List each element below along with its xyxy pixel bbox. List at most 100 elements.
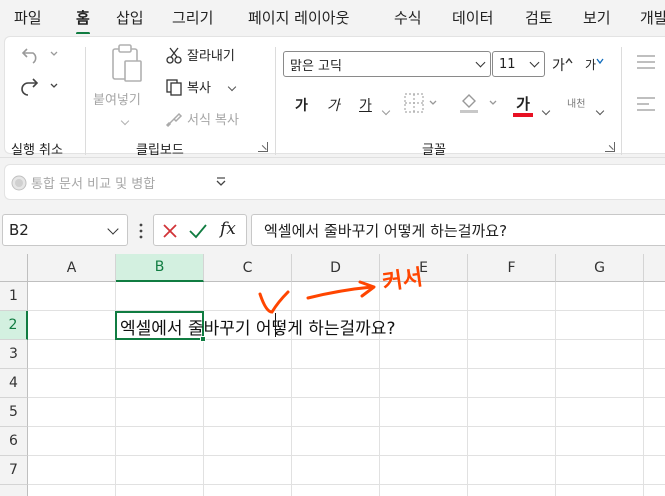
more-options-icon[interactable] — [138, 223, 144, 243]
annotation-label: 커서 — [380, 265, 425, 296]
grid-line — [28, 455, 665, 456]
font-name-select[interactable]: 맑은 고딕 — [283, 51, 491, 77]
copy-icon — [166, 78, 182, 96]
font-launcher-icon[interactable] — [605, 142, 615, 152]
row-header-1[interactable]: 1 — [0, 282, 28, 311]
compare-bar: 통합 문서 비교 및 병합 — [0, 158, 665, 206]
borders-button[interactable] — [403, 91, 443, 115]
group-divider — [621, 47, 622, 155]
tab-draw[interactable]: 그리기 — [172, 7, 213, 28]
font-color-dropdown-chevron-icon[interactable] — [541, 99, 551, 118]
compare-merge-button[interactable]: 통합 문서 비교 및 병합 — [11, 173, 155, 192]
formula-row: B2 fx 엑셀에서 줄바꾸기 어떻게 하는걸까요? — [0, 206, 665, 254]
tab-data[interactable]: 데이터 — [452, 7, 493, 28]
font-name-chevron-icon — [475, 57, 486, 68]
tab-file[interactable]: 파일 — [14, 7, 42, 28]
tab-formulas[interactable]: 수식 — [394, 7, 422, 28]
tab-page-layout[interactable]: 페이지 레이아웃 — [248, 7, 349, 28]
column-header-b[interactable]: B — [116, 254, 204, 282]
grid-line — [467, 282, 468, 496]
font-name-value: 맑은 고딕 — [290, 58, 342, 74]
insert-function-button[interactable]: fx — [220, 219, 236, 239]
undo-icon — [21, 48, 58, 64]
paste-button[interactable] — [101, 43, 153, 85]
close-icon — [163, 224, 177, 238]
redo-button[interactable] — [19, 75, 65, 97]
column-header-g[interactable]: G — [556, 254, 644, 282]
column-header-f[interactable]: F — [468, 254, 556, 282]
scissors-icon — [166, 47, 182, 64]
font-size-value: 11 — [499, 56, 516, 72]
copy-label: 복사 — [187, 81, 211, 96]
tab-developer[interactable]: 개발 — [640, 7, 665, 28]
grid-line — [555, 282, 556, 496]
row-header-3[interactable]: 3 — [0, 340, 28, 369]
group-divider — [275, 47, 276, 155]
font-size-chevron-icon — [529, 57, 540, 68]
decrease-font-glyph: 가 — [585, 58, 597, 72]
row-header-5[interactable]: 5 — [0, 398, 28, 427]
phonetic-button[interactable]: 내천 — [567, 95, 585, 110]
underline-dropdown-chevron-icon[interactable] — [381, 99, 391, 118]
ribbon: 실행 취소 붙여넣기 잘라내기 복사 서식 복사 클립보드 맑은 고딕 11 가… — [0, 34, 665, 158]
formula-input[interactable]: 엑셀에서 줄바꾸기 어떻게 하는걸까요? — [251, 214, 665, 246]
grid-line — [28, 368, 665, 369]
tab-insert[interactable]: 삽입 — [116, 7, 144, 28]
tab-home[interactable]: 홈 — [76, 7, 90, 35]
cut-button[interactable]: 잘라내기 — [165, 45, 235, 64]
decrease-font-size-button[interactable]: 가 — [585, 56, 604, 73]
group-divider — [85, 47, 86, 155]
select-all-corner[interactable] — [0, 254, 28, 282]
row-header-8[interactable] — [0, 485, 28, 496]
row-header-2[interactable]: 2 — [0, 311, 28, 340]
format-painter-button[interactable]: 서식 복사 — [165, 109, 239, 128]
row-header-6[interactable]: 6 — [0, 427, 28, 456]
align-lines-icon — [637, 55, 655, 69]
align-left-button[interactable] — [635, 95, 657, 113]
phonetic-dropdown-chevron-icon[interactable] — [595, 99, 605, 118]
clipboard-group-label: 클립보드 — [136, 143, 184, 158]
compare-panel: 통합 문서 비교 및 병합 — [4, 164, 665, 200]
font-group-label: 글꼴 — [422, 143, 446, 158]
enter-button[interactable] — [188, 221, 208, 241]
tab-view[interactable]: 보기 — [583, 7, 611, 28]
align-top-button[interactable] — [635, 53, 657, 71]
spreadsheet-grid[interactable]: A B C D E F G 1 2 3 4 5 6 7 엑셀에서 줄바꾸기 어떻… — [0, 254, 665, 496]
font-color-swatch — [513, 113, 533, 117]
tab-review[interactable]: 검토 — [525, 7, 553, 28]
formula-content: 엑셀에서 줄바꾸기 어떻게 하는걸까요? — [264, 221, 508, 240]
column-header-a[interactable]: A — [28, 254, 116, 282]
paste-label: 붙여넣기 — [93, 93, 141, 108]
font-color-button[interactable]: 가 — [513, 93, 533, 117]
caret-down-icon — [596, 58, 604, 64]
grid-line — [643, 282, 644, 496]
increase-font-size-button[interactable]: 가 — [552, 55, 573, 75]
paste-dropdown-chevron-icon[interactable] — [120, 109, 130, 128]
compare-circle-icon — [11, 175, 27, 190]
grid-line — [28, 397, 665, 398]
bold-button[interactable]: 가 — [295, 95, 308, 115]
cut-label: 잘라내기 — [187, 49, 235, 64]
copy-button[interactable]: 복사 — [165, 77, 237, 96]
menu-bar: 파일 홈 삽입 그리기 페이지 레이아웃 수식 데이터 검토 보기 개발 — [0, 0, 665, 35]
underline-button[interactable]: 가 — [359, 95, 372, 115]
grid-line — [28, 484, 665, 485]
customize-toolbar-button[interactable] — [213, 173, 229, 191]
name-box[interactable]: B2 — [2, 214, 128, 246]
increase-font-glyph: 가 — [552, 58, 565, 74]
name-box-chevron-icon — [107, 223, 119, 235]
cancel-button[interactable] — [160, 221, 180, 241]
undo-button[interactable] — [19, 43, 65, 65]
italic-button[interactable]: 가 — [327, 95, 340, 115]
row-header-7[interactable]: 7 — [0, 456, 28, 485]
fill-color-button[interactable] — [457, 91, 503, 115]
paint-bucket-icon — [460, 94, 497, 113]
copy-dropdown-chevron-icon[interactable] — [227, 79, 237, 94]
column-header-h[interactable] — [644, 254, 665, 282]
row-header-4[interactable]: 4 — [0, 369, 28, 398]
check-icon — [189, 224, 207, 239]
undo-group-label: 실행 취소 — [11, 143, 63, 158]
clipboard-launcher-icon[interactable] — [258, 142, 268, 152]
font-size-select[interactable]: 11 — [492, 51, 545, 77]
paste-icon — [112, 44, 142, 82]
